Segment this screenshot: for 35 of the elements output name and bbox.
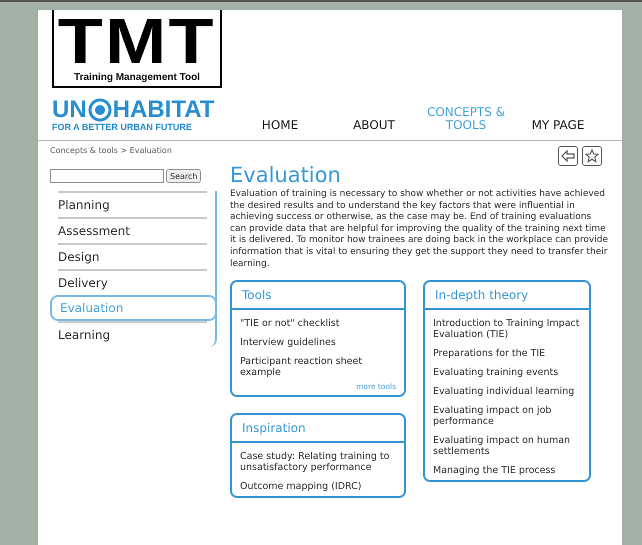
panel-link[interactable]: Introduction to Training Impact Evaluation (TIE): [433, 318, 581, 340]
back-icon[interactable]: [558, 146, 578, 166]
sidebar-item[interactable]: Design: [58, 243, 207, 269]
panel-link[interactable]: Evaluating individual learning: [433, 386, 581, 398]
panel-link[interactable]: Managing the TIE process: [433, 465, 581, 476]
brand-name: UN: [52, 98, 87, 122]
logo-title: TMT: [58, 10, 216, 72]
panel-link[interactable]: "TIE or not" checklist: [240, 318, 396, 330]
globe-icon: [88, 98, 112, 122]
breadcrumb[interactable]: Concepts & tools > Evaluation: [50, 146, 172, 155]
nav-link[interactable]: HOME: [238, 118, 322, 132]
panel-link[interactable]: Participant reaction sheet example: [240, 356, 396, 378]
panel-link[interactable]: Evaluating impact on job performance: [433, 405, 581, 428]
panel-title: Inspiration: [232, 415, 404, 444]
star-icon[interactable]: [582, 146, 602, 166]
panel-link[interactable]: Evaluating training events: [433, 367, 581, 378]
sidebar-item[interactable]: Assessment: [58, 217, 207, 243]
sidebar-item[interactable]: Planning: [58, 191, 207, 217]
nav-link[interactable]: MY PAGE: [516, 118, 600, 132]
nav-link[interactable]: ABOUT: [332, 118, 416, 132]
page-title: Evaluation: [230, 163, 342, 187]
search-field[interactable]: [50, 169, 164, 183]
search-button[interactable]: Search: [166, 169, 202, 183]
logo-subtitle: Training Management Tool: [74, 72, 200, 83]
panel-link[interactable]: Preparations for the TIE: [433, 348, 581, 360]
brand-tagline: FOR A BETTER URBAN FUTURE: [52, 122, 193, 132]
panel-link[interactable]: Interview guidelines: [240, 337, 396, 348]
panel-link[interactable]: Case study: Relating training to unsatisfactory performance: [240, 451, 396, 474]
intro-paragraph: Evaluation of training is necessary to show whether or not activities have achieved the desired results and to understand the key factors that were influential in achieving success or otherwise, as the case may be. End of training evaluations can provide data that are helpful for improving the quality of the training next time it is delivered. To monitor how trainees are doing back in the workplace can provide information that is vital to ensuring they get the support they need to transfer their learning.: [230, 189, 609, 270]
panel-title: Tools: [232, 282, 404, 310]
sidebar-item[interactable]: Learning: [58, 321, 207, 347]
panel-link[interactable]: Evaluating impact on human settlements: [433, 435, 581, 458]
brand-name: HABITAT: [112, 98, 214, 122]
panel-title: In-depth theory: [425, 282, 589, 310]
panel-link[interactable]: Outcome mapping (IDRC): [240, 481, 396, 492]
